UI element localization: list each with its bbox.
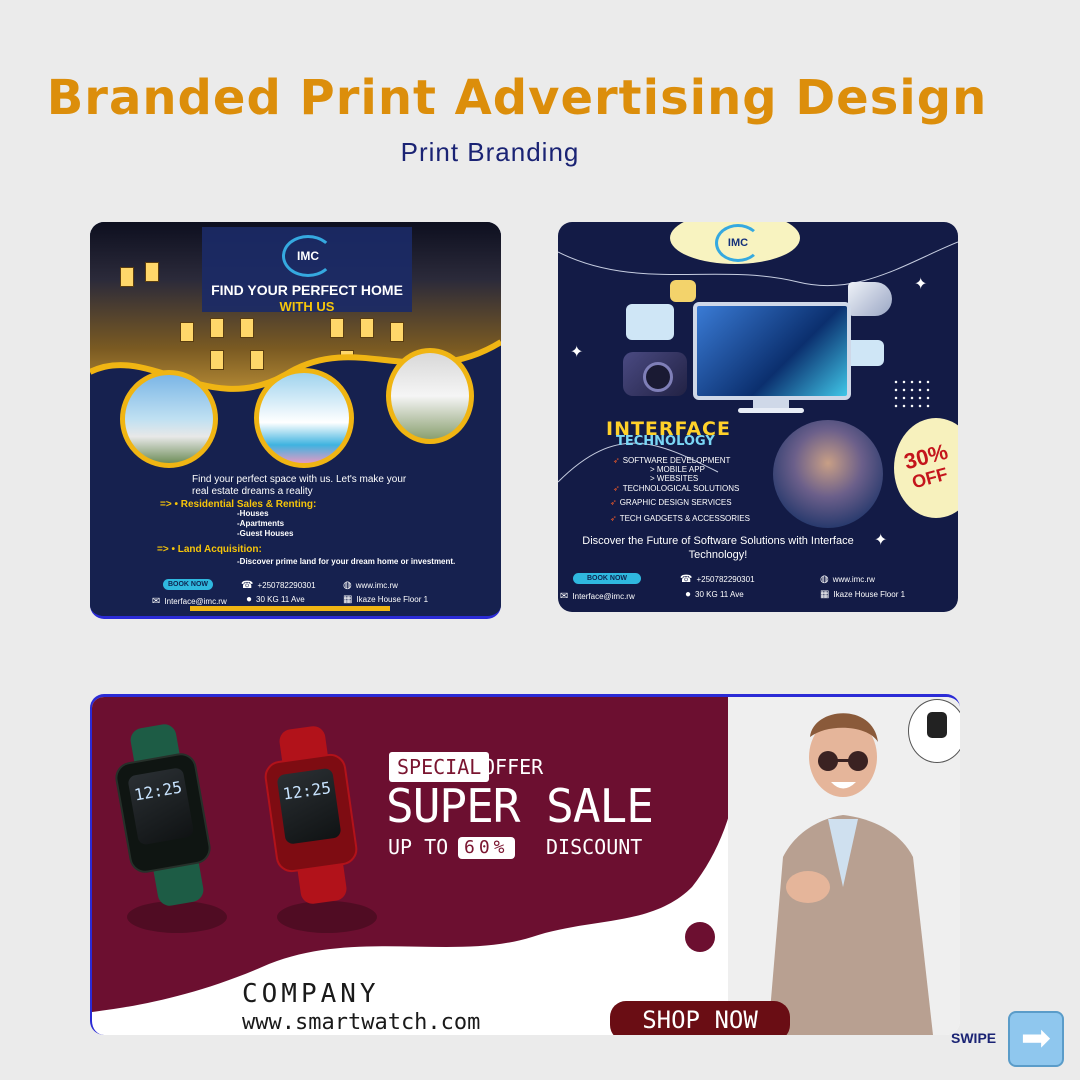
emoji-bubble [670, 280, 696, 302]
mail-icon: ✉ [152, 596, 161, 607]
address-info: ● 30 KG 11 Ave [685, 589, 744, 600]
company-name: COMPANY [242, 979, 380, 1009]
rocket-icon: ➶ [613, 456, 620, 465]
megaphone-icon [848, 282, 892, 316]
accent-bar [190, 606, 390, 611]
camera-lens [643, 362, 673, 392]
globe-icon: ◍ [343, 580, 352, 591]
super-sale-headline: SUPER SALE [386, 779, 654, 833]
rocket-icon: ➶ [610, 498, 617, 507]
discover-text: Discover the Future of Software Solution… [582, 535, 854, 561]
offer-label: OFFER [483, 755, 544, 779]
imc-logo: IMC [282, 235, 334, 277]
imc-logo: IMC [715, 224, 761, 262]
address-info: ● 30 KG 11 Ave [246, 594, 305, 605]
list-item: -Houses [237, 509, 269, 518]
mail-icon: ✉ [560, 591, 569, 602]
book-now-button[interactable]: BOOK NOW [163, 579, 213, 590]
list-item: -Apartments [237, 519, 285, 528]
intro-text: Find your perfect space with us. Let's m… [192, 474, 407, 497]
dot-pattern [892, 378, 932, 412]
building-icon: ▦ [820, 589, 830, 600]
pool-house-photo-circle [254, 368, 354, 468]
red-smartwatch: 12:25 [262, 751, 360, 875]
headline-box: IMC FIND YOUR PERFECT HOME WITH US [202, 227, 412, 314]
smartwatch-ad-card[interactable]: 12:25 12:25 SPECIAL OFFER SUPER SALE UP … [90, 694, 960, 1035]
headline-secondary: WITH US [279, 299, 335, 314]
watch-screen: 12:25 [127, 766, 195, 846]
discount-percent-box: 60% [458, 837, 515, 859]
phone-icon: ☎ [241, 580, 254, 591]
location-pin-icon: ● [246, 594, 253, 605]
watch-thumbnail [908, 699, 960, 763]
villa-photo-circle [120, 370, 218, 468]
discount-label: DISCOUNT [546, 835, 643, 859]
sparkle-icon: ✦ [914, 276, 928, 293]
email-info: ✉ Interface@imc.rw [560, 591, 635, 602]
website-info: ◍ www.imc.rw [343, 580, 398, 591]
land-section-title: => • Land Acquisition: [157, 544, 262, 555]
book-now-button[interactable]: BOOK NOW [573, 573, 641, 584]
page-title: Branded Print Advertising Design [46, 70, 988, 126]
phone-icon: ☎ [680, 574, 693, 585]
service-subitem: > WEBSITES [650, 474, 699, 483]
technology-title: TECHNOLOGY [616, 434, 715, 449]
sparkle-icon: ✦ [570, 344, 584, 361]
interface-technology-ad-card[interactable]: IMC ✦ ✦ ✦ INTERFACE TECHNOLOGY ➶ SOFTWARE… [558, 222, 958, 612]
rocket-icon: ➶ [613, 484, 620, 493]
service-item: ➶ GRAPHIC DESIGN SERVICES [610, 498, 732, 507]
businessman-portrait [773, 420, 883, 528]
location-pin-icon: ● [685, 589, 692, 600]
swipe-next-button[interactable]: ➡ [1008, 1011, 1064, 1067]
service-item: ➶ SOFTWARE DEVELOPMENT [613, 456, 731, 465]
land-description: -Discover prime land for your dream home… [237, 557, 456, 566]
monitor-base [738, 408, 804, 413]
watch-icon [927, 712, 947, 738]
building-info: ▦ Ikaze House Floor 1 [343, 594, 429, 605]
headline-primary: FIND YOUR PERFECT HOME [211, 282, 403, 298]
page-subtitle: Print Branding [400, 137, 580, 167]
swipe-label: SWIPE [951, 1030, 997, 1046]
website-url[interactable]: www.smartwatch.com [242, 1010, 480, 1035]
list-item: -Guest Houses [237, 529, 294, 538]
service-item: ➶ TECH GADGETS & ACCESSORIES [610, 514, 750, 523]
residential-list: -Houses -Apartments -Guest Houses [237, 509, 293, 539]
special-label: SPECIAL [389, 752, 490, 782]
building-icon: ▦ [343, 594, 353, 605]
building-info: ▦ Ikaze House Floor 1 [820, 589, 906, 600]
service-item: ➶ TECHNOLOGICAL SOLUTIONS [613, 484, 740, 493]
up-to-label: UP TO [388, 835, 449, 859]
shop-now-button[interactable]: SHOP NOW [610, 1001, 790, 1035]
globe-icon: ◍ [820, 574, 829, 585]
camera-icon [623, 352, 687, 396]
computer-monitor [693, 302, 851, 400]
apartment-photo-circle [386, 348, 474, 444]
real-estate-ad-card[interactable]: IMC FIND YOUR PERFECT HOME WITH US Find … [90, 222, 501, 619]
phone-info: ☎ +250782290301 [680, 574, 755, 585]
watch-screen: 12:25 [276, 767, 342, 845]
rocket-icon: ➶ [610, 514, 617, 523]
heart-chat-bubble [626, 304, 674, 340]
website-info: ◍ www.imc.rw [820, 574, 875, 585]
right-arrow-icon: ➡ [1020, 1017, 1052, 1058]
phone-info: ☎ +250782290301 [241, 580, 316, 591]
service-subitem: > MOBILE APP [650, 465, 705, 474]
